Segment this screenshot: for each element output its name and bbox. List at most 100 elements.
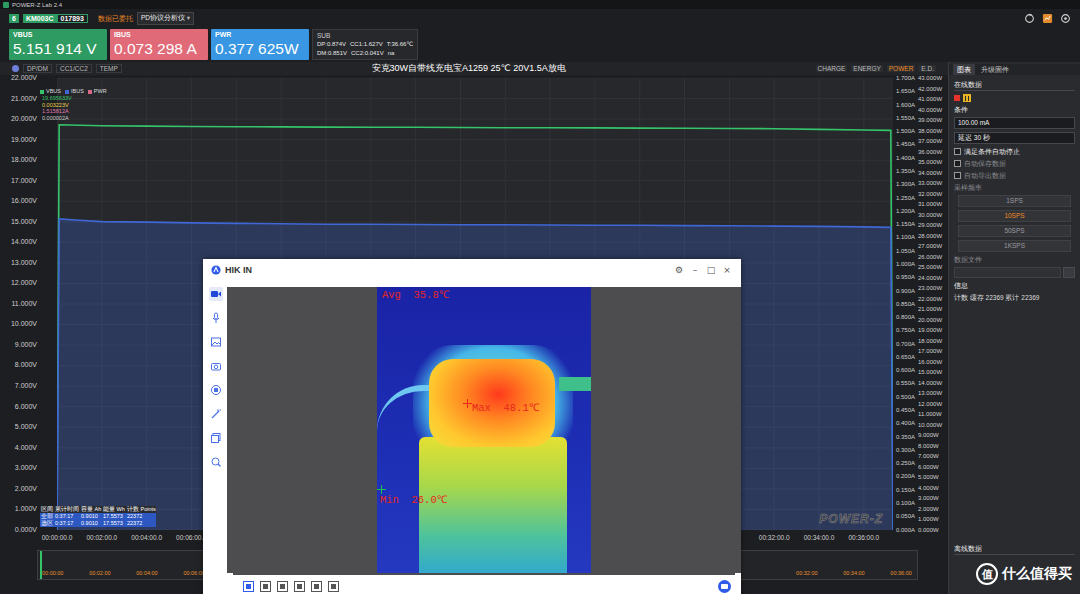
tool-button[interactable]	[209, 335, 223, 349]
layout-button[interactable]	[311, 581, 322, 592]
layout-button[interactable]	[260, 581, 271, 592]
checkbox-box	[954, 172, 961, 179]
layout-button[interactable]	[277, 581, 288, 592]
chart-tab[interactable]: DP/DM	[23, 64, 52, 73]
overview-marker[interactable]	[40, 551, 42, 579]
axis-label: 31.000W	[918, 200, 942, 208]
chart-mode-tab[interactable]: ENERGY	[851, 65, 882, 72]
chart-tab[interactable]: CC1/CC2	[56, 64, 92, 73]
axis-label: 0.000V	[15, 525, 37, 535]
condition-field[interactable]: 延迟 30 秒	[954, 132, 1075, 144]
stats-cell: 0:37:17	[54, 513, 80, 520]
overview-tick: 00:06:00	[183, 570, 204, 577]
side-tab[interactable]: 升级固件	[977, 64, 1013, 75]
port-badge[interactable]: 6	[9, 14, 19, 23]
condition-field[interactable]: 100.00 mA	[954, 117, 1075, 129]
checkbox-box	[954, 160, 961, 167]
axis-label: 13.000V	[11, 258, 37, 268]
mic-icon	[210, 312, 222, 324]
axis-label: 17.000W	[918, 347, 942, 355]
hikin-logo-icon	[211, 265, 221, 275]
refresh-icon[interactable]	[1024, 13, 1035, 24]
tool-button[interactable]	[209, 359, 223, 373]
thermal-plug	[559, 377, 591, 391]
tool-button[interactable]	[209, 455, 223, 469]
info-label: 信息	[954, 281, 1075, 290]
layout-icon	[331, 584, 336, 589]
layout-icon	[314, 584, 319, 589]
section-header: 在线数据	[954, 80, 1075, 91]
temperature-readout: Max 48.1℃	[472, 402, 539, 414]
pause-bar	[968, 96, 970, 101]
legend-item[interactable]: IBUS	[65, 88, 84, 95]
stats-cell: 22372	[126, 513, 156, 520]
axis-label: 7.000W	[918, 452, 942, 460]
layout-button[interactable]	[294, 581, 305, 592]
chart-tab[interactable]: TEMP	[96, 64, 122, 73]
stop-icon[interactable]	[954, 95, 960, 101]
tool-button[interactable]	[209, 383, 223, 397]
tool-button[interactable]	[209, 407, 223, 421]
legend-item[interactable]: PWR	[88, 88, 107, 95]
legend-swatch	[40, 90, 44, 94]
axis-label: 0.650A	[896, 353, 915, 361]
pause-icon[interactable]	[963, 94, 971, 102]
chart-mode-tab[interactable]: CHARGE	[816, 65, 848, 72]
logo-circle	[211, 265, 220, 274]
stats-cell: 17.5573	[102, 520, 126, 527]
layout-button[interactable]	[328, 581, 339, 592]
option-checkbox[interactable]: 自动保存数据	[954, 159, 1075, 168]
layout-button[interactable]	[243, 581, 254, 592]
chart-mode-tab[interactable]: POWER	[887, 65, 916, 72]
side-tab[interactable]: 图表	[953, 64, 975, 75]
settings-dot	[1064, 17, 1067, 20]
settings-icon[interactable]	[1060, 13, 1071, 24]
option-checkbox[interactable]: 自动导出数据	[954, 171, 1075, 180]
stats-row: 选区0:37:170.901017.557322372	[40, 520, 156, 527]
condition-label: 条件	[954, 105, 1075, 114]
file-field[interactable]	[954, 267, 1061, 278]
axis-label: 0.250A	[896, 459, 915, 467]
info-text: 计数 缓存 22369 累计 22369	[954, 293, 1075, 302]
grid-line	[57, 139, 893, 140]
axis-label: 0.800A	[896, 313, 915, 321]
axis-label: 15.000W	[918, 368, 942, 376]
axis-label: 1.050A	[896, 247, 915, 255]
offline-header[interactable]: 离线数据	[954, 544, 1075, 555]
rate-option[interactable]: 1KSPS	[958, 240, 1071, 252]
site-badge: 值	[976, 563, 998, 585]
tool-button[interactable]	[209, 311, 223, 325]
image-icon	[210, 336, 222, 348]
sub-cell: DM:0.851V	[317, 49, 347, 58]
window-title-bar[interactable]: HIK IN⚙–□×	[203, 259, 741, 281]
refresh-arrow	[1030, 14, 1032, 16]
axis-label: 10.000V	[11, 319, 37, 329]
window-control[interactable]: –	[689, 265, 701, 275]
window-control[interactable]: □	[705, 265, 717, 275]
legend-item[interactable]: VBUS	[40, 88, 61, 95]
rate-option[interactable]: 1SPS	[958, 195, 1071, 207]
axis-label: 35.000W	[918, 158, 942, 166]
overview-tick: 00:32:00	[796, 570, 817, 577]
axis-label: 6.000V	[15, 402, 37, 412]
window-control[interactable]: ×	[721, 265, 733, 275]
record-controls	[954, 94, 1075, 102]
mode-select[interactable]: PD协议分析仪 ▾	[137, 12, 194, 25]
tool-button[interactable]	[209, 287, 223, 301]
axis-label: 6.000W	[918, 463, 942, 471]
voltage-axis: 22.000V21.000V20.000V19.000V18.000V17.00…	[0, 73, 57, 535]
option-checkbox[interactable]: 满足条件自动停止	[954, 147, 1075, 156]
tool-button[interactable]	[209, 431, 223, 445]
file-button[interactable]	[1063, 267, 1075, 278]
rate-option[interactable]: 50SPS	[958, 225, 1071, 237]
sub-label: SUB	[317, 31, 413, 40]
chart-icon[interactable]	[1042, 13, 1053, 24]
mic-stand	[213, 318, 219, 323]
axis-label: 29.000W	[918, 221, 942, 229]
chart-mode-tab[interactable]: E.D.	[919, 65, 936, 72]
folder-button[interactable]	[718, 580, 731, 593]
thermal-window[interactable]: HIK IN⚙–□×Avg 35.8℃Max 48.1℃Min 26.0℃	[203, 259, 741, 594]
site-text: 什么值得买	[1002, 565, 1072, 583]
window-control[interactable]: ⚙	[673, 265, 685, 275]
rate-option[interactable]: 10SPS	[958, 210, 1071, 222]
